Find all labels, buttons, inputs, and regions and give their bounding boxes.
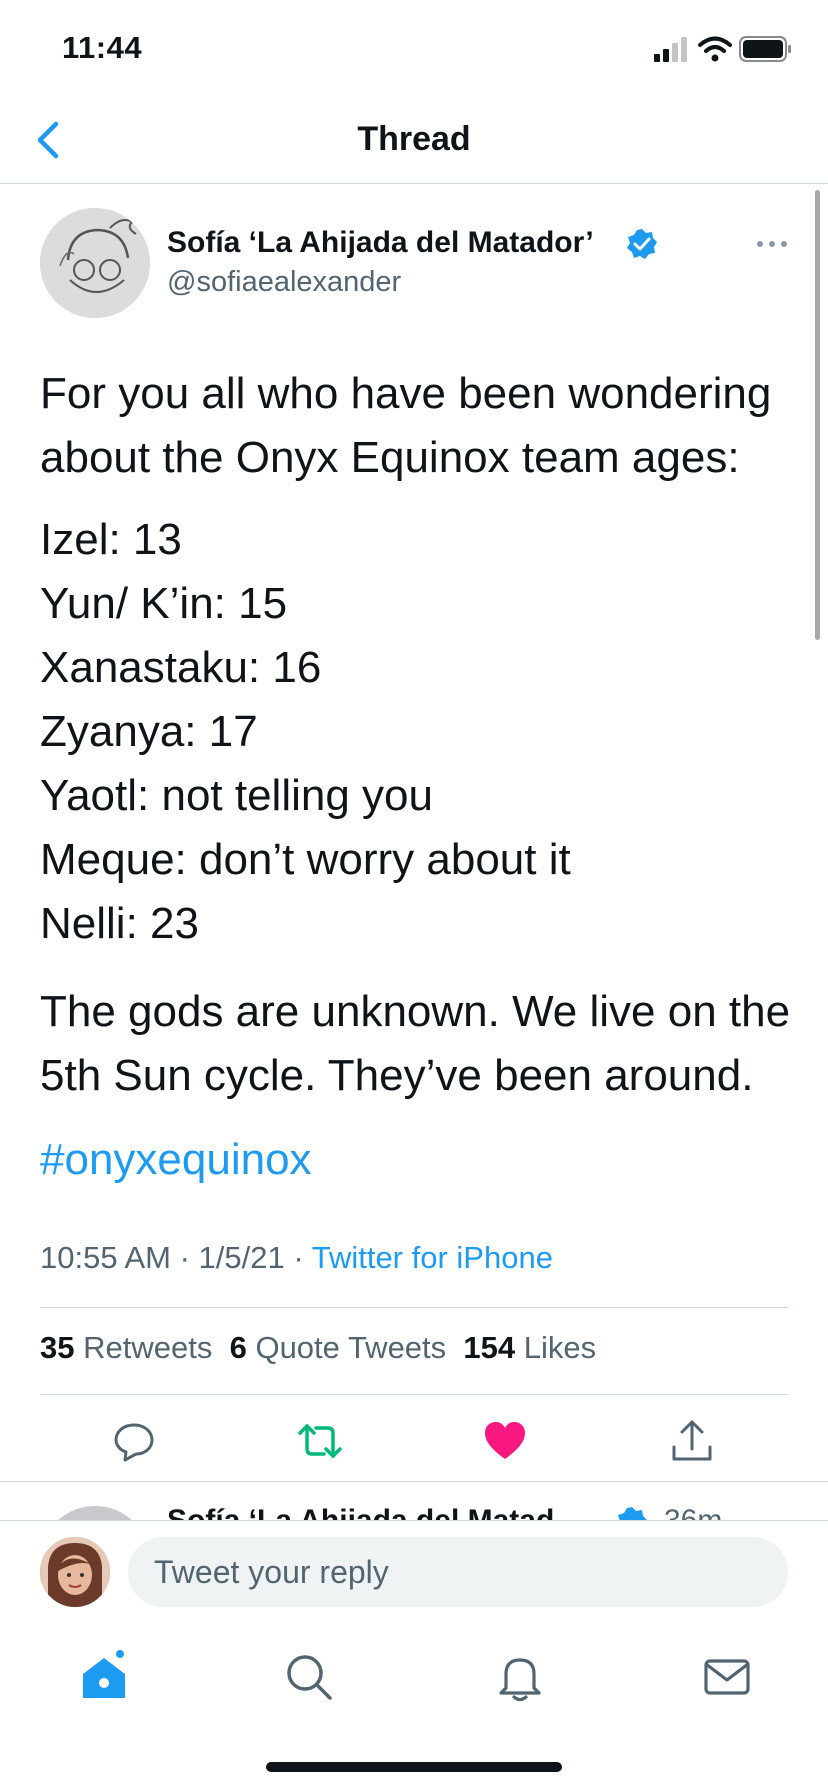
retweets-stat[interactable]: 35 Retweets: [40, 1330, 212, 1365]
battery-icon: [739, 36, 791, 62]
next-tweet-avatar: [40, 1506, 150, 1520]
author-avatar[interactable]: [40, 208, 150, 318]
tweet-closing: The gods are unknown. We live on the 5th…: [40, 987, 791, 1100]
tab-messages[interactable]: [700, 1650, 754, 1704]
next-tweet-time: 36m: [664, 1504, 722, 1520]
age-line: Nelli: 23: [40, 899, 199, 948]
status-time: 11:44: [62, 30, 143, 65]
scrollbar[interactable]: [815, 190, 820, 640]
verified-badge-icon: [618, 1507, 647, 1520]
author-display-name[interactable]: Sofía ‘La Ahijada del Matador’: [167, 226, 594, 260]
reply-input[interactable]: [128, 1537, 788, 1607]
signal-icon: [654, 37, 687, 62]
reply-icon: [114, 1423, 154, 1462]
ellipsis-icon[interactable]: [756, 1504, 796, 1520]
more-options-button[interactable]: [752, 224, 792, 264]
verified-badge-icon: [627, 229, 657, 259]
age-line: Yaotl: not telling you: [40, 771, 433, 820]
hashtag-link[interactable]: #onyxequinox: [40, 1128, 800, 1192]
next-tweet-author: Sofía ‘La Ahijada del Matad: [167, 1504, 554, 1520]
retweet-button[interactable]: [296, 1417, 344, 1465]
reply-button[interactable]: [110, 1417, 158, 1465]
author-handle[interactable]: @sofiaealexander: [167, 266, 401, 299]
likes-stat[interactable]: 154 Likes: [463, 1330, 596, 1365]
divider: [40, 1307, 788, 1308]
home-icon: [83, 1650, 125, 1698]
tweet-source-link[interactable]: Twitter for iPhone: [312, 1240, 553, 1275]
divider: [40, 1394, 788, 1395]
age-line: Yun/ K’in: 15: [40, 579, 288, 628]
age-line: Izel: 13: [40, 515, 182, 564]
tab-notifications[interactable]: [493, 1650, 547, 1704]
reply-bar-divider: [0, 1520, 828, 1521]
current-user-avatar[interactable]: [40, 1537, 110, 1607]
next-tweet-preview[interactable]: Sofía ‘La Ahijada del Matad 36m: [0, 1482, 828, 1520]
tweet-intro: For you all who have been wondering abou…: [40, 369, 772, 482]
quote-tweets-stat[interactable]: 6 Quote Tweets: [230, 1330, 447, 1365]
search-icon: [287, 1655, 332, 1700]
bell-icon: [499, 1658, 541, 1702]
wifi-icon: [698, 36, 732, 62]
retweet-icon: [298, 1424, 342, 1458]
avatar-illustration-image: [40, 1537, 110, 1607]
tweet-metadata: 10:55 AM · 1/5/21 · Twitter for iPhone: [40, 1240, 553, 1276]
mail-icon: [704, 1659, 750, 1695]
tab-home[interactable]: [77, 1650, 131, 1704]
header-divider: [0, 183, 828, 184]
age-line: Xanastaku: 16: [40, 643, 322, 692]
heart-filled-icon: [485, 1422, 525, 1459]
tweet-age-list: Izel: 13 Yun/ K’in: 15 Xanastaku: 16 Zya…: [40, 508, 800, 956]
status-icons: [654, 36, 791, 62]
avatar-sketch-image: [40, 208, 150, 318]
home-indicator[interactable]: [266, 1762, 562, 1772]
age-line: Zyanya: 17: [40, 707, 258, 756]
share-icon: [672, 1420, 712, 1461]
share-button[interactable]: [668, 1417, 716, 1465]
tweet-stats: 35 Retweets 6 Quote Tweets 154 Likes: [40, 1330, 596, 1366]
age-line: Meque: don’t worry about it: [40, 835, 571, 884]
page-title: Thread: [357, 120, 471, 158]
tab-search[interactable]: [282, 1650, 336, 1704]
ellipsis-icon: [757, 241, 787, 247]
tweet-timestamp: 10:55 AM · 1/5/21 ·: [40, 1240, 312, 1275]
like-button[interactable]: [481, 1417, 529, 1465]
